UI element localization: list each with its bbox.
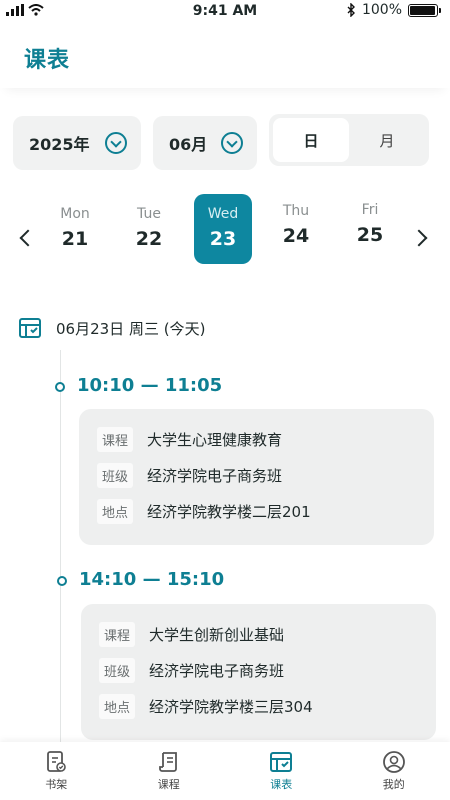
location-row: 地点 经济学院教学楼三层304 [99,688,418,724]
view-month-option[interactable]: 月 [349,118,425,162]
class-card[interactable]: 课程 大学生心理健康教育 班级 经济学院电子商务班 地点 经济学院教学楼二层20… [79,409,434,545]
class-label: 班级 [97,462,134,488]
status-bar: 9:41 AM 100% [0,0,450,24]
course-value: 大学生心理健康教育 [147,430,283,449]
class-row: 班级 经济学院电子商务班 [97,457,416,493]
battery-icon [408,3,441,17]
app-header: 课表 [0,24,450,88]
bottom-nav: 书架 课程 课表 我的 [0,742,450,800]
timeline-dot [57,576,67,586]
nav-label: 我的 [382,778,405,791]
day-wed-selected[interactable]: Wed 23 [194,194,252,264]
course-label: 课程 [99,621,136,647]
view-toggle: 日 月 [269,114,429,166]
day-number: 21 [61,228,89,250]
class-label: 班级 [99,657,136,683]
course-icon [158,752,177,772]
next-week-icon[interactable] [410,229,428,247]
timeline-line [60,350,61,750]
year-value: 2025年 [29,135,90,154]
nav-bookshelf[interactable]: 书架 [0,742,113,800]
view-day-option[interactable]: 日 [273,118,349,162]
day-mon[interactable]: Mon 21 [46,194,104,264]
location-value: 经济学院教学楼三层304 [149,697,313,716]
class-value: 经济学院电子商务班 [147,466,283,485]
course-value: 大学生创新创业基础 [149,625,285,644]
chevron-down-icon [221,132,243,154]
location-label: 地点 [97,498,134,524]
nav-label: 课表 [270,778,293,791]
day-thu[interactable]: Thu 24 [267,191,325,261]
calendar-icon [19,318,41,338]
class-value: 经济学院电子商务班 [149,661,285,680]
profile-icon [382,751,405,773]
course-row: 课程 大学生心理健康教育 [97,421,416,457]
month-value: 06月 [169,135,208,154]
day-name: Thu [282,203,310,219]
nav-schedule[interactable]: 课表 [225,742,338,800]
day-name: Fri [361,202,379,218]
battery-percent: 100% [361,2,402,18]
bluetooth-icon [347,3,355,17]
page-title: 课表 [24,48,71,73]
year-selector[interactable]: 2025年 [13,116,141,170]
location-value: 经济学院教学楼二层201 [147,502,311,521]
day-tue[interactable]: Tue 22 [120,194,178,264]
nav-label: 书架 [45,778,68,791]
day-fri[interactable]: Fri 25 [341,190,399,260]
day-number: 24 [282,225,310,247]
day-name: Tue [137,206,161,222]
nav-course[interactable]: 课程 [113,742,226,800]
date-heading: 06月23日 周三 (今天) [18,316,205,340]
course-label: 课程 [97,426,134,452]
day-number: 22 [135,228,163,250]
class-card[interactable]: 课程 大学生创新创业基础 班级 经济学院电子商务班 地点 经济学院教学楼三层30… [81,604,436,740]
schedule-icon [270,752,293,772]
chevron-down-icon [105,132,127,154]
prev-week-icon[interactable] [19,229,37,247]
slot-time: 10:10 — 11:05 [77,375,223,396]
location-label: 地点 [99,693,136,719]
month-selector[interactable]: 06月 [153,116,257,170]
day-number: 23 [209,228,237,250]
date-heading-text: 06月23日 周三 (今天) [56,319,206,338]
class-row: 班级 经济学院电子商务班 [99,652,418,688]
nav-profile[interactable]: 我的 [338,742,450,800]
slot-time: 14:10 — 15:10 [79,569,225,590]
course-row: 课程 大学生创新创业基础 [99,616,418,652]
day-name: Mon [60,206,90,222]
day-name: Wed [207,206,239,222]
nav-label: 课程 [157,778,180,791]
day-number: 25 [356,224,384,246]
location-row: 地点 经济学院教学楼二层201 [97,493,416,529]
bookshelf-icon [47,751,67,772]
schedule-screen: 9:41 AM 100% 课表 2025年 06月 日 月 Mon 21 Tue… [0,0,450,800]
timeline-dot [55,382,65,392]
